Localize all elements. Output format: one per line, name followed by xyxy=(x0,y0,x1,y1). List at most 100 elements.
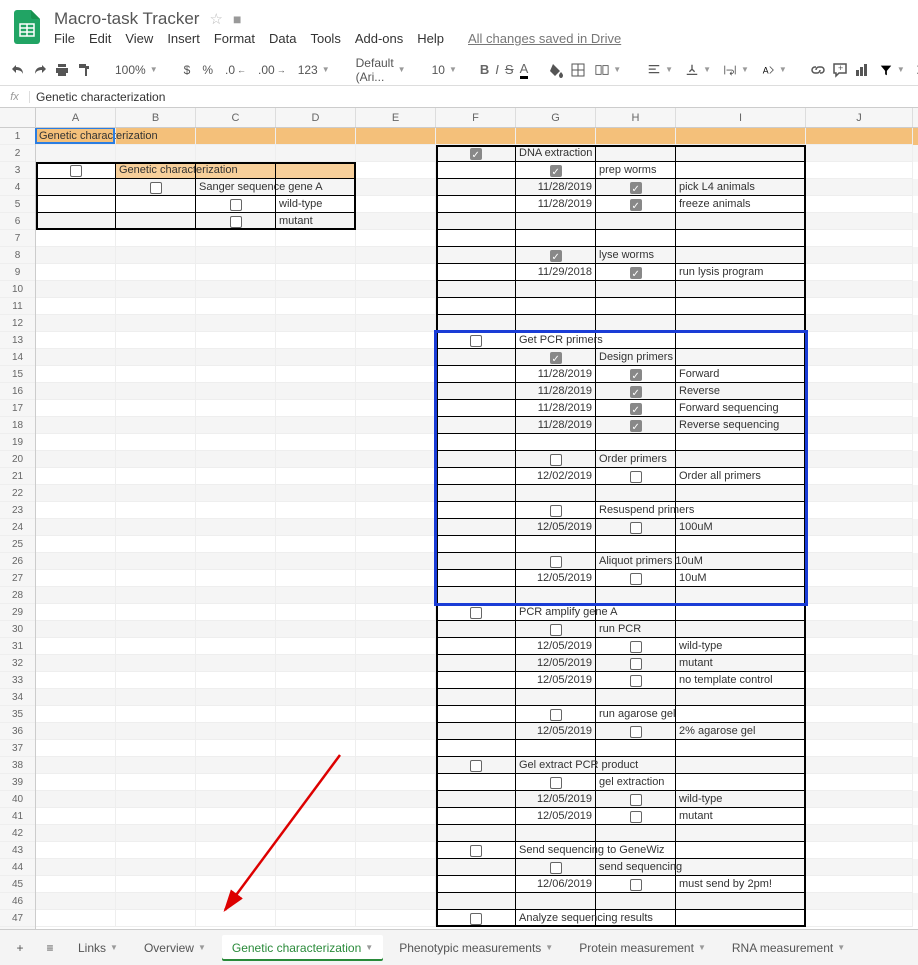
functions-icon[interactable]: Σ▼ xyxy=(914,63,918,77)
cell[interactable] xyxy=(356,128,436,145)
cell[interactable] xyxy=(676,485,806,502)
cell[interactable] xyxy=(516,536,596,553)
menu-file[interactable]: File xyxy=(54,31,75,46)
cell[interactable] xyxy=(806,417,913,434)
cell[interactable] xyxy=(116,502,196,519)
cell[interactable] xyxy=(196,689,276,706)
row-header[interactable]: 31 xyxy=(0,638,35,655)
checkbox[interactable] xyxy=(630,471,642,483)
cell[interactable] xyxy=(276,145,356,162)
cell[interactable] xyxy=(36,689,116,706)
cell[interactable] xyxy=(356,502,436,519)
row-header[interactable]: 30 xyxy=(0,621,35,638)
number-format-select[interactable]: 123▼ xyxy=(295,63,333,77)
cell[interactable] xyxy=(36,893,116,910)
cell[interactable] xyxy=(676,825,806,842)
row-header[interactable]: 9 xyxy=(0,264,35,281)
text-wrap-icon[interactable]: ▼ xyxy=(720,63,752,77)
cell[interactable] xyxy=(676,451,806,468)
cell[interactable] xyxy=(116,230,196,247)
cell[interactable] xyxy=(596,230,676,247)
cell[interactable]: 10uM xyxy=(676,570,806,587)
cell[interactable]: must send by 2pm! xyxy=(676,876,806,893)
cell[interactable] xyxy=(36,774,116,791)
cell[interactable] xyxy=(436,808,516,825)
checkbox[interactable] xyxy=(230,199,242,211)
checkbox[interactable] xyxy=(550,624,562,636)
cell[interactable] xyxy=(806,502,913,519)
cell[interactable] xyxy=(116,825,196,842)
cell[interactable] xyxy=(806,230,913,247)
cell[interactable] xyxy=(356,332,436,349)
cell[interactable] xyxy=(806,213,913,230)
cell[interactable] xyxy=(36,706,116,723)
cell[interactable]: Reverse xyxy=(676,383,806,400)
cell[interactable] xyxy=(196,893,276,910)
cell[interactable] xyxy=(276,893,356,910)
cell[interactable] xyxy=(36,315,116,332)
cell[interactable]: mutant xyxy=(676,808,806,825)
cell[interactable] xyxy=(196,400,276,417)
cell[interactable] xyxy=(806,349,913,366)
cell[interactable] xyxy=(596,740,676,757)
cell[interactable] xyxy=(806,536,913,553)
column-header-A[interactable]: A xyxy=(36,108,116,127)
cell[interactable] xyxy=(356,723,436,740)
cell[interactable] xyxy=(196,196,276,213)
row-header[interactable]: 43 xyxy=(0,842,35,859)
cell[interactable] xyxy=(436,672,516,689)
row-header[interactable]: 40 xyxy=(0,791,35,808)
cell[interactable] xyxy=(116,179,196,196)
row-header[interactable]: 21 xyxy=(0,468,35,485)
cell[interactable] xyxy=(196,910,276,927)
cell[interactable] xyxy=(806,179,913,196)
cells-area[interactable]: 11/28/2019pick L4 animalswild-type11/28/… xyxy=(36,128,918,943)
checkbox[interactable] xyxy=(630,794,642,806)
row-header[interactable]: 19 xyxy=(0,434,35,451)
cell[interactable]: 12/05/2019 xyxy=(516,638,596,655)
column-header-F[interactable]: F xyxy=(436,108,516,127)
row-header[interactable]: 25 xyxy=(0,536,35,553)
cell[interactable] xyxy=(196,417,276,434)
column-header-D[interactable]: D xyxy=(276,108,356,127)
cell[interactable] xyxy=(276,332,356,349)
row-header[interactable]: 29 xyxy=(0,604,35,621)
cell[interactable] xyxy=(596,298,676,315)
cell[interactable] xyxy=(806,264,913,281)
cell[interactable]: 2% agarose gel xyxy=(676,723,806,740)
cell[interactable] xyxy=(276,519,356,536)
row-header[interactable]: 35 xyxy=(0,706,35,723)
menu-addons[interactable]: Add-ons xyxy=(355,31,403,46)
cell[interactable]: 11/28/2019 xyxy=(516,383,596,400)
cell[interactable] xyxy=(196,655,276,672)
cell[interactable] xyxy=(356,179,436,196)
cell[interactable] xyxy=(596,315,676,332)
cell[interactable] xyxy=(116,315,196,332)
cell[interactable] xyxy=(196,264,276,281)
cell[interactable] xyxy=(356,383,436,400)
text-color-icon[interactable]: A xyxy=(520,60,529,80)
column-header-C[interactable]: C xyxy=(196,108,276,127)
cell[interactable] xyxy=(676,893,806,910)
cell[interactable] xyxy=(196,332,276,349)
cell[interactable] xyxy=(436,383,516,400)
cell[interactable] xyxy=(516,434,596,451)
cell[interactable] xyxy=(676,230,806,247)
cell[interactable] xyxy=(36,740,116,757)
cell[interactable] xyxy=(436,179,516,196)
cell[interactable] xyxy=(36,757,116,774)
cell[interactable] xyxy=(196,859,276,876)
cell[interactable] xyxy=(806,876,913,893)
cell[interactable] xyxy=(36,876,116,893)
text-rotate-icon[interactable]: A▼ xyxy=(758,63,790,77)
cell[interactable] xyxy=(196,791,276,808)
star-icon[interactable]: ☆ xyxy=(209,10,222,28)
cell[interactable] xyxy=(806,315,913,332)
cell[interactable] xyxy=(196,230,276,247)
cell[interactable] xyxy=(356,162,436,179)
cell[interactable] xyxy=(516,128,596,145)
cell[interactable] xyxy=(196,281,276,298)
cell[interactable] xyxy=(356,247,436,264)
cell[interactable] xyxy=(516,706,596,723)
checkbox[interactable] xyxy=(550,505,562,517)
